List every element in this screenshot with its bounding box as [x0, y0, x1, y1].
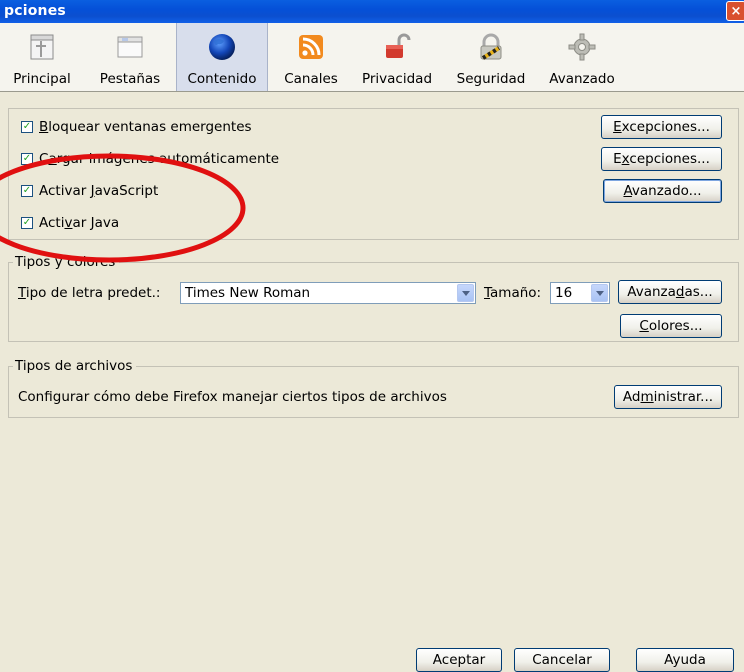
font-size-label: Tamaño:: [484, 285, 542, 301]
block-popups-label[interactable]: Bloquear ventanas emergentes: [39, 119, 252, 135]
enable-javascript-label[interactable]: Activar JavaScript: [39, 183, 158, 199]
file-types-group: Tipos de archivos Configurar cómo debe F…: [8, 358, 739, 418]
enable-java-checkbox[interactable]: ✓: [21, 217, 33, 229]
popup-exceptions-button[interactable]: Excepciones...: [601, 115, 722, 139]
tab-avanzado[interactable]: Avanzado: [540, 23, 624, 91]
default-font-select[interactable]: Times New Roman: [180, 282, 476, 304]
feed-icon: [299, 35, 323, 59]
privacy-lock-icon: [386, 33, 411, 58]
fonts-advanced-button[interactable]: Avanzadas...: [618, 280, 722, 304]
load-images-checkbox[interactable]: ✓: [21, 153, 33, 165]
tab-contenido[interactable]: Contenido: [176, 23, 268, 91]
main-icon: [30, 34, 54, 60]
enable-javascript-checkbox[interactable]: ✓: [21, 185, 33, 197]
content-settings-group: ✓ Bloquear ventanas emergentes Excepcion…: [8, 108, 739, 240]
tab-seguridad-label: Seguridad: [456, 71, 526, 87]
tab-principal-label: Principal: [13, 71, 71, 87]
gear-icon: [568, 33, 596, 61]
chevron-down-icon: [591, 284, 608, 302]
title-bar: pciones ×: [0, 0, 744, 23]
load-images-label[interactable]: Cargar imágenes automáticamente: [39, 151, 279, 167]
tab-pestanas-label: Pestañas: [99, 71, 161, 87]
tab-canales-label: Canales: [284, 71, 338, 87]
window-title: pciones: [4, 3, 66, 19]
tab-pestanas[interactable]: Pestañas: [88, 23, 172, 91]
fonts-colors-group: Tipos y colores Tipo de letra predet.: T…: [8, 254, 739, 342]
javascript-advanced-button[interactable]: Avanzado...: [603, 179, 722, 203]
tab-seguridad[interactable]: Seguridad: [446, 23, 536, 91]
manage-button[interactable]: Administrar...: [614, 385, 722, 409]
enable-java-label[interactable]: Activar Java: [39, 215, 119, 231]
accept-button[interactable]: Aceptar: [416, 648, 502, 672]
colors-button[interactable]: Colores...: [620, 314, 722, 338]
chevron-down-icon: [457, 284, 474, 302]
cancel-button[interactable]: Cancelar: [514, 648, 610, 672]
tab-principal[interactable]: Principal: [2, 23, 82, 91]
default-font-value: Times New Roman: [185, 285, 311, 301]
options-toolbar: Principal Pestañas Contenido Canales Pri…: [0, 23, 744, 92]
help-button[interactable]: Ayuda: [636, 648, 734, 672]
font-size-value: 16: [555, 285, 573, 301]
tab-privacidad[interactable]: Privacidad: [352, 23, 442, 91]
security-padlock-icon: [480, 33, 502, 60]
file-types-legend: Tipos de archivos: [13, 358, 137, 374]
default-font-label: Tipo de letra predet.:: [18, 285, 161, 301]
font-size-select[interactable]: 16: [550, 282, 610, 304]
tab-contenido-label: Contenido: [187, 71, 257, 87]
tabs-icon: [117, 36, 143, 58]
close-icon: ×: [730, 4, 742, 19]
block-popups-checkbox[interactable]: ✓: [21, 121, 33, 133]
close-button[interactable]: ×: [726, 1, 744, 21]
tab-avanzado-label: Avanzado: [549, 71, 615, 87]
tab-canales[interactable]: Canales: [272, 23, 350, 91]
globe-icon: [209, 34, 235, 60]
image-exceptions-button[interactable]: Excepciones...: [601, 147, 722, 171]
fonts-colors-legend: Tipos y colores: [13, 254, 120, 270]
file-types-description: Configurar cómo debe Firefox manejar cie…: [18, 389, 447, 405]
tab-privacidad-label: Privacidad: [361, 71, 433, 87]
